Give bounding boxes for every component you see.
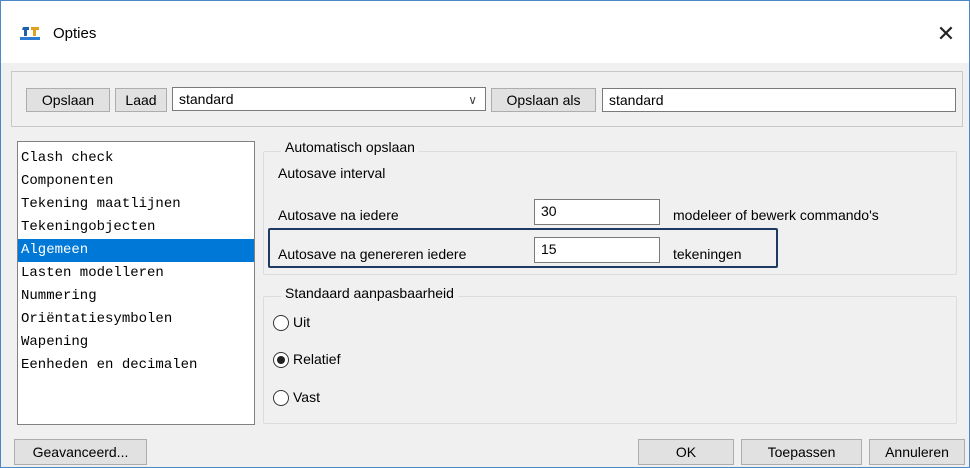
adaptivity-group	[263, 296, 957, 424]
list-item-tekening-maatlijnen[interactable]: Tekening maatlijnen	[18, 193, 254, 216]
list-item-lasten-modelleren[interactable]: Lasten modelleren	[18, 262, 254, 285]
autosave-group-title: Automatisch opslaan	[281, 139, 419, 155]
preset-select[interactable]: standard ∨	[172, 87, 486, 111]
autosave-commands-label: Autosave na iedere	[278, 207, 399, 223]
list-item-tekeningobjecten[interactable]: Tekeningobjecten	[18, 216, 254, 239]
options-dialog: Opties ✕ Opslaan Laad standard ∨ Opslaan…	[0, 0, 970, 468]
save-as-name-input[interactable]: standard	[602, 88, 956, 112]
autosave-drawings-input[interactable]: 15	[534, 237, 660, 263]
ok-button[interactable]: OK	[638, 439, 734, 465]
list-item-nummering[interactable]: Nummering	[18, 285, 254, 308]
close-icon[interactable]: ✕	[926, 19, 966, 49]
radio-relatief[interactable]	[273, 352, 289, 368]
cancel-button[interactable]: Annuleren	[869, 439, 965, 465]
chevron-down-icon: ∨	[468, 93, 477, 107]
radio-vast[interactable]	[273, 390, 289, 406]
preset-select-value: standard	[179, 91, 234, 107]
save-as-button[interactable]: Opslaan als	[491, 88, 596, 112]
radio-uit-label[interactable]: Uit	[293, 314, 310, 330]
autosave-commands-input[interactable]: 30	[534, 199, 660, 225]
list-item-componenten[interactable]: Componenten	[18, 170, 254, 193]
radio-relatief-label[interactable]: Relatief	[293, 351, 340, 367]
autosave-drawings-label: Autosave na genereren iedere	[278, 246, 467, 262]
radio-uit[interactable]	[273, 315, 289, 331]
load-button[interactable]: Laad	[115, 88, 167, 112]
radio-vast-label[interactable]: Vast	[293, 389, 320, 405]
list-item-eenheden-en-decimalen[interactable]: Eenheden en decimalen	[18, 354, 254, 377]
list-item-clash-check[interactable]: Clash check	[18, 147, 254, 170]
save-button[interactable]: Opslaan	[26, 88, 110, 112]
autosave-interval-label: Autosave interval	[278, 165, 386, 181]
radio-selected-dot	[277, 356, 285, 364]
category-list[interactable]: Clash check Componenten Tekening maatlij…	[17, 141, 255, 425]
window-title: Opties	[53, 25, 97, 42]
list-item-orientatiesymbolen[interactable]: Oriëntatiesymbolen	[18, 308, 254, 331]
autosave-drawings-unit: tekeningen	[673, 246, 742, 262]
autosave-commands-unit: modeleer of bewerk commando's	[673, 207, 879, 223]
list-item-wapening[interactable]: Wapening	[18, 331, 254, 354]
list-item-algemeen[interactable]: Algemeen	[18, 239, 254, 262]
app-icon	[20, 27, 40, 40]
apply-button[interactable]: Toepassen	[741, 439, 862, 465]
advanced-button[interactable]: Geavanceerd...	[14, 439, 147, 465]
title-bar: Opties ✕	[1, 1, 969, 63]
adaptivity-group-title: Standaard aanpasbaarheid	[281, 285, 458, 301]
